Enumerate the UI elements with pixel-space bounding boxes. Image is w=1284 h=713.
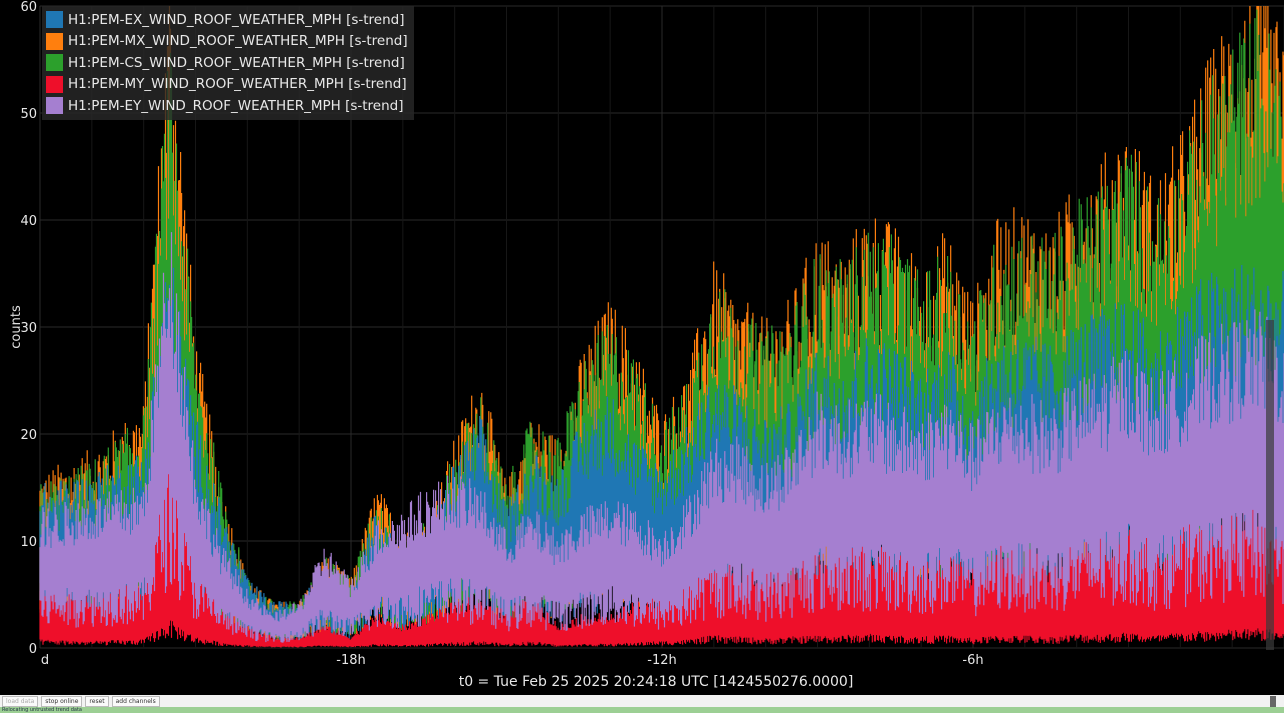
x-tick-label: -18h (336, 653, 365, 668)
y-tick-label: 60 (20, 0, 37, 15)
x-tick-label: -6h (962, 653, 983, 668)
y-tick-label: 40 (20, 214, 37, 229)
y-axis-label: counts (9, 305, 24, 349)
legend-label: H1:PEM-MY_WIND_ROOF_WEATHER_MPH [s-trend… (68, 76, 407, 93)
y-tick-label: 0 (29, 642, 37, 657)
x-tick-label: d (41, 653, 49, 668)
legend-label: H1:PEM-MX_WIND_ROOF_WEATHER_MPH [s-trend… (68, 33, 408, 50)
legend: H1:PEM-EX_WIND_ROOF_WEATHER_MPH [s-trend… (42, 6, 414, 120)
legend-swatch (46, 97, 63, 115)
legend-swatch (46, 32, 63, 50)
scroll-handle[interactable] (1270, 696, 1276, 707)
x-axis-label: t0 = Tue Feb 25 2025 20:24:18 UTC [14245… (459, 674, 854, 690)
legend-label: H1:PEM-CS_WIND_ROOF_WEATHER_MPH [s-trend… (68, 54, 405, 71)
legend-swatch (46, 11, 63, 29)
legend-item[interactable]: H1:PEM-CS_WIND_ROOF_WEATHER_MPH [s-trend… (46, 52, 408, 74)
legend-item[interactable]: H1:PEM-MX_WIND_ROOF_WEATHER_MPH [s-trend… (46, 31, 408, 53)
load-data-button[interactable]: load data (2, 695, 39, 707)
reset-button[interactable]: reset (85, 695, 109, 707)
legend-swatch (46, 54, 63, 72)
y-tick-label: 10 (20, 535, 37, 550)
legend-item[interactable]: H1:PEM-MY_WIND_ROOF_WEATHER_MPH [s-trend… (46, 74, 408, 96)
cursor-marker (1266, 320, 1274, 650)
legend-swatch (46, 75, 63, 93)
legend-item[interactable]: H1:PEM-EX_WIND_ROOF_WEATHER_MPH [s-trend… (46, 9, 408, 31)
y-tick-label: 20 (20, 428, 37, 443)
add-channels-button[interactable]: add channels (111, 695, 160, 707)
y-tick-label: 50 (20, 107, 37, 122)
toolbar: load data stop online reset add channels (0, 695, 1284, 707)
legend-label: H1:PEM-EX_WIND_ROOF_WEATHER_MPH [s-trend… (68, 11, 405, 28)
legend-label: H1:PEM-EY_WIND_ROOF_WEATHER_MPH [s-trend… (68, 97, 404, 114)
stop-online-button[interactable]: stop online (41, 695, 83, 707)
legend-item[interactable]: H1:PEM-EY_WIND_ROOF_WEATHER_MPH [s-trend… (46, 95, 408, 117)
status-bar: Relocating untrusted trend data (0, 707, 1284, 713)
x-tick-label: -12h (647, 653, 676, 668)
